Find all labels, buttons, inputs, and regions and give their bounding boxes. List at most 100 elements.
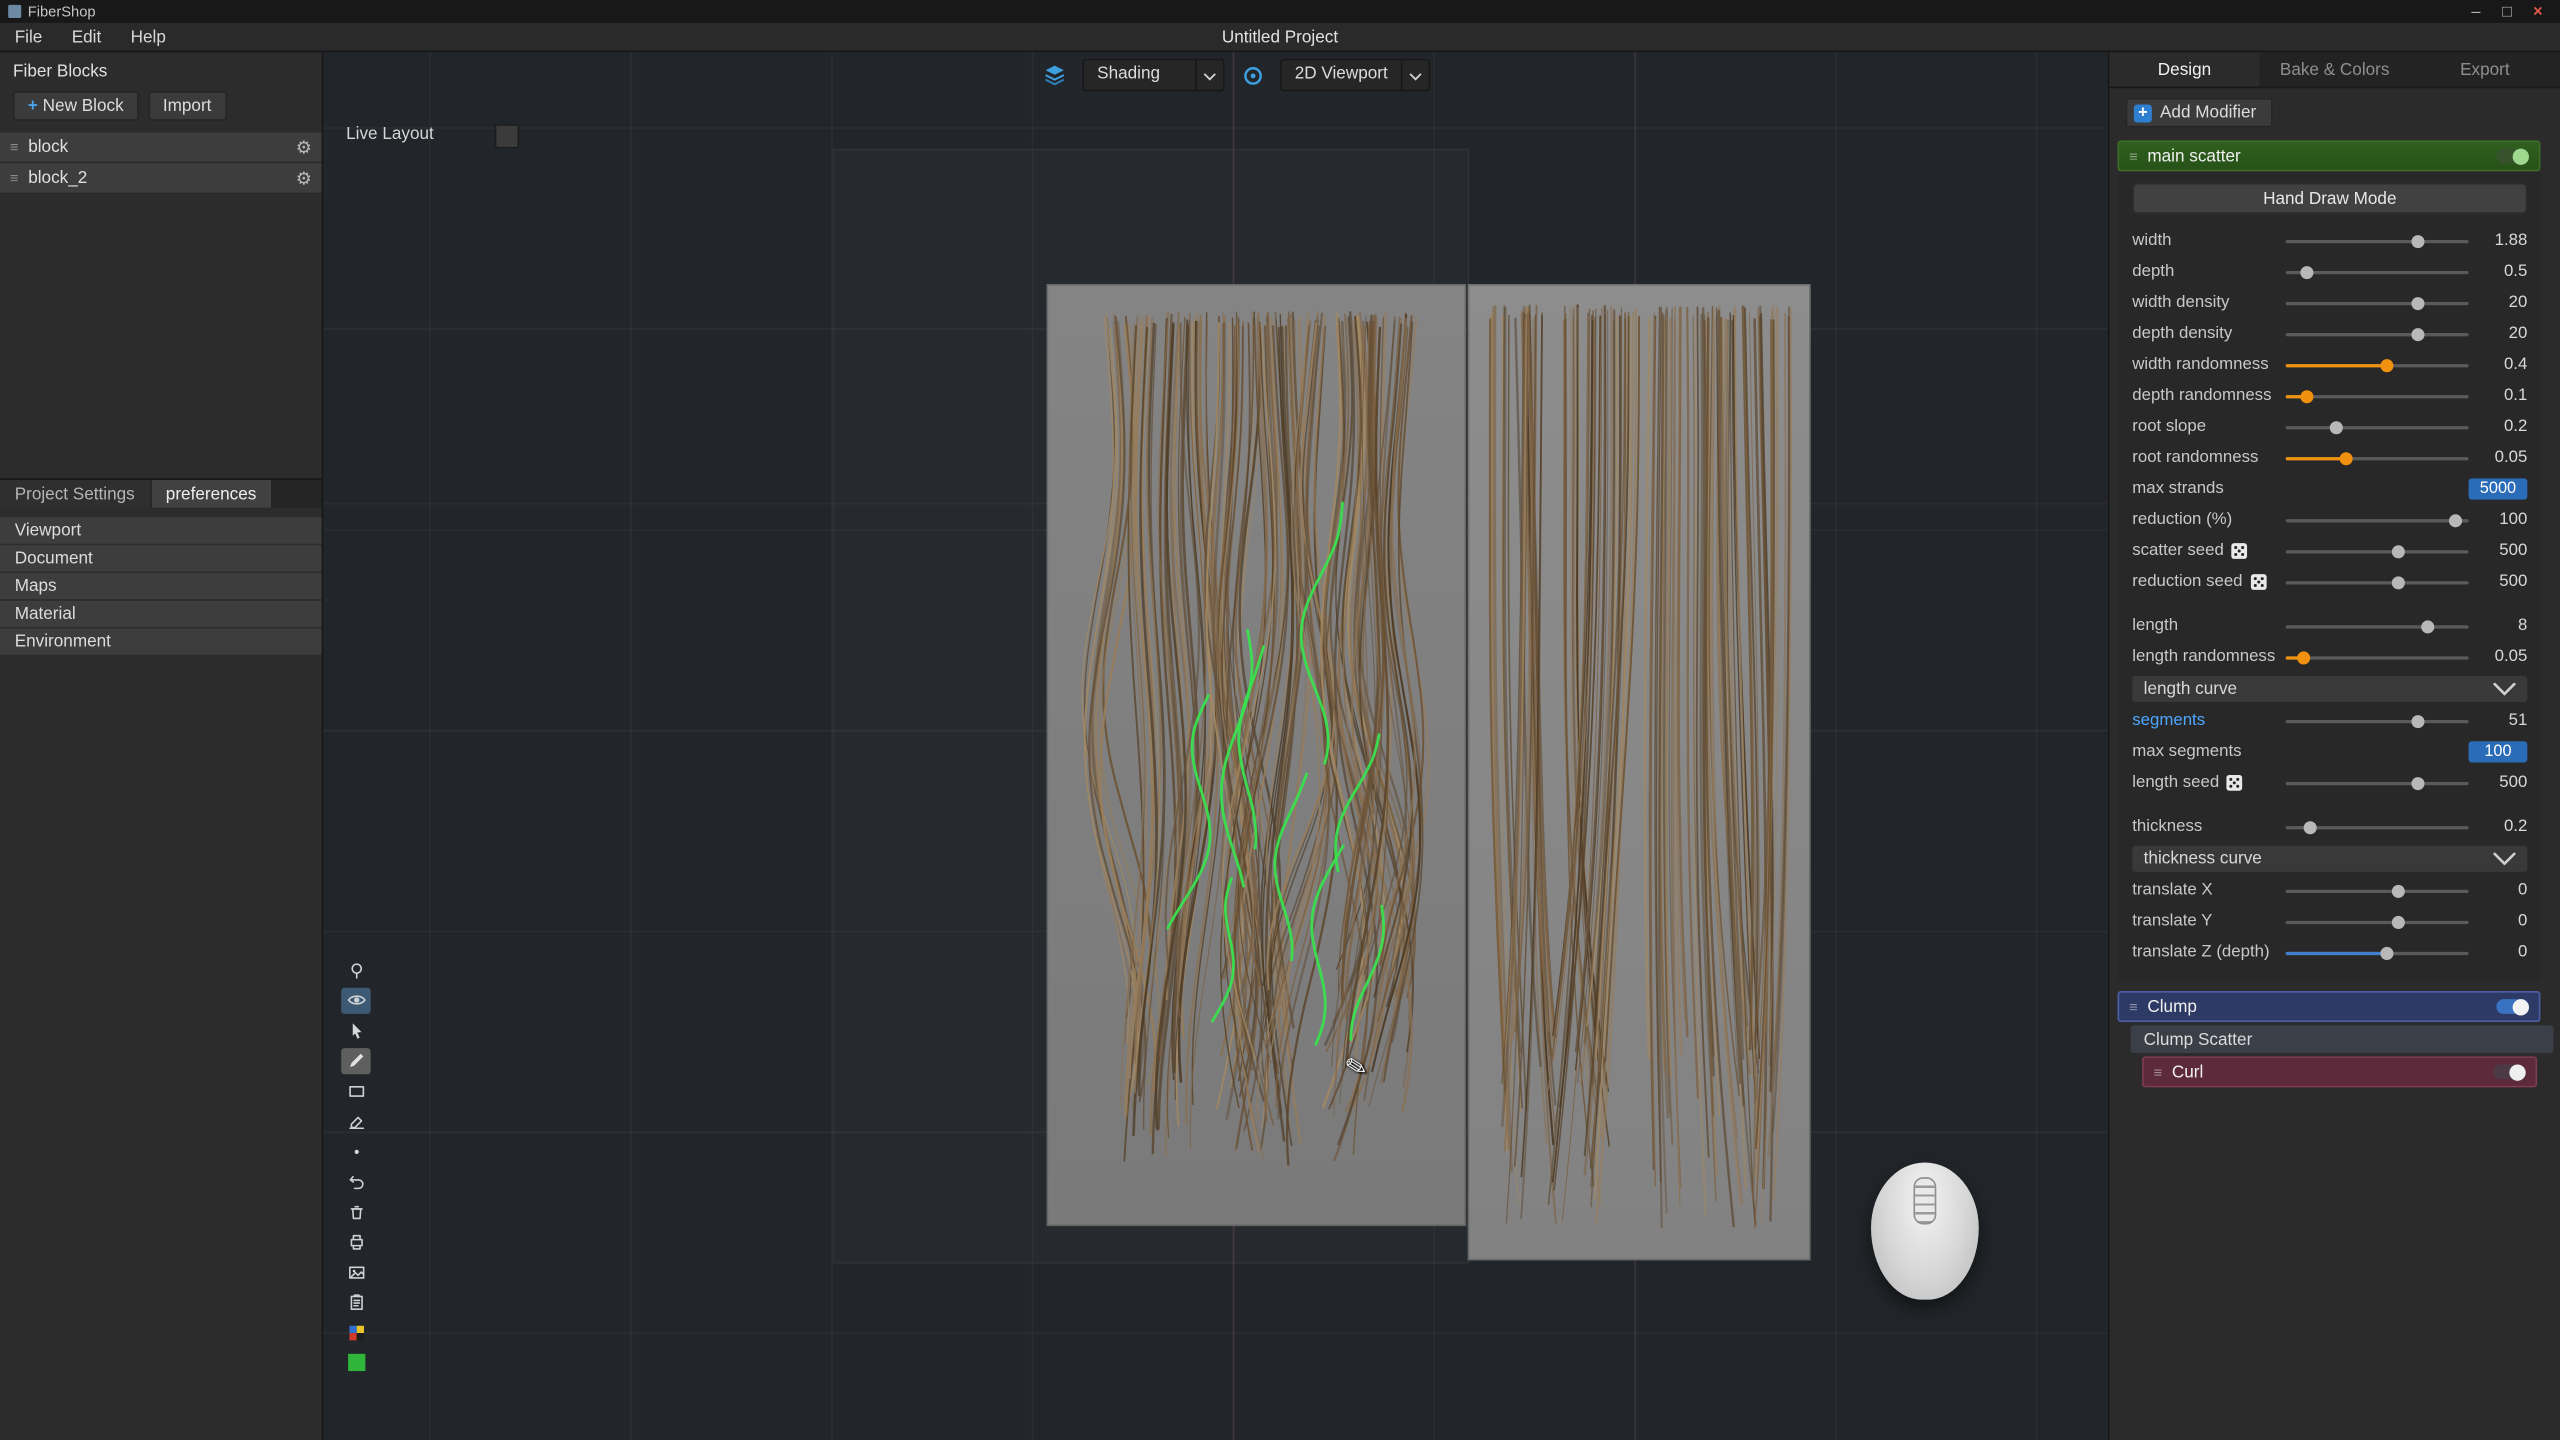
slider[interactable]	[2286, 225, 2469, 256]
slider-knob[interactable]	[2393, 884, 2406, 897]
param-value[interactable]: 0.05	[2462, 648, 2527, 666]
tool-swatch-multi[interactable]	[341, 1319, 370, 1345]
tool-pin[interactable]	[341, 957, 370, 983]
param-value[interactable]: 0.05	[2462, 449, 2527, 467]
slider[interactable]	[2286, 411, 2469, 442]
tool-undo[interactable]	[341, 1168, 370, 1194]
import-button[interactable]: Import	[148, 91, 226, 120]
live-layout-checkbox[interactable]	[495, 124, 519, 148]
new-block-button[interactable]: + New Block	[13, 91, 138, 120]
settings-item-viewport[interactable]: Viewport	[0, 518, 322, 544]
viewport-mode-select[interactable]: 2D Viewport	[1280, 59, 1430, 92]
slider-knob[interactable]	[2297, 651, 2310, 664]
param-value[interactable]: 8	[2462, 617, 2527, 635]
drag-handle-icon[interactable]: ≡	[2153, 1064, 2162, 1080]
slider-knob[interactable]	[2422, 620, 2435, 633]
settings-item-environment[interactable]: Environment	[0, 629, 322, 655]
slider-knob[interactable]	[2393, 576, 2406, 589]
add-modifier-button[interactable]: + Add Modifier	[2126, 98, 2273, 127]
dice-icon[interactable]	[2249, 573, 2267, 591]
modifier-toggle[interactable]	[2496, 149, 2529, 164]
length-curve-dropdown[interactable]: length curve	[2132, 676, 2527, 702]
menu-help[interactable]: Help	[116, 27, 181, 47]
slider-knob[interactable]	[2340, 451, 2353, 464]
settings-item-maps[interactable]: Maps	[0, 573, 322, 599]
slider-knob[interactable]	[2393, 915, 2406, 928]
block-row[interactable]: ≡block⚙	[0, 132, 322, 163]
param-value[interactable]: 0	[2462, 944, 2527, 962]
param-value[interactable]: 0.5	[2462, 263, 2527, 281]
slider-knob[interactable]	[2301, 265, 2314, 278]
chevron-down-icon[interactable]	[2493, 852, 2516, 865]
dice-icon[interactable]	[2230, 542, 2248, 560]
slider[interactable]	[2286, 642, 2469, 673]
param-value[interactable]: 100	[2462, 511, 2527, 529]
drag-handle-icon[interactable]: ≡	[2129, 148, 2138, 164]
slider[interactable]	[2286, 567, 2469, 598]
param-field[interactable]: 5000	[2469, 478, 2528, 499]
slider-knob[interactable]	[2411, 714, 2424, 727]
drag-handle-icon[interactable]: ≡	[10, 139, 19, 155]
tool-eraser[interactable]	[341, 1108, 370, 1134]
slider-knob[interactable]	[2393, 544, 2406, 557]
tool-trash[interactable]	[341, 1198, 370, 1224]
param-value[interactable]: 0.1	[2462, 387, 2527, 405]
drag-handle-icon[interactable]: ≡	[10, 170, 19, 186]
tool-clipboard[interactable]	[341, 1289, 370, 1315]
tool-image[interactable]	[341, 1259, 370, 1285]
param-value[interactable]: 0	[2462, 913, 2527, 931]
chevron-down-icon[interactable]	[1401, 60, 1429, 89]
param-value[interactable]: 500	[2462, 542, 2527, 560]
tool-printer[interactable]	[341, 1229, 370, 1255]
minimize-button[interactable]: –	[2462, 1, 2490, 22]
close-button[interactable]: ×	[2524, 1, 2552, 22]
slider[interactable]	[2286, 442, 2469, 473]
slider[interactable]	[2286, 906, 2469, 937]
layers-icon[interactable]	[1038, 60, 1071, 89]
slider[interactable]	[2286, 811, 2469, 842]
slider-knob[interactable]	[2411, 234, 2424, 247]
slider[interactable]	[2286, 767, 2469, 798]
tool-dot[interactable]	[341, 1138, 370, 1164]
slider[interactable]	[2286, 536, 2469, 567]
param-value[interactable]: 1.88	[2462, 232, 2527, 250]
settings-item-document[interactable]: Document	[0, 545, 322, 571]
param-value[interactable]: 20	[2462, 294, 2527, 312]
param-value[interactable]: 0	[2462, 882, 2527, 900]
fiber-canvas-right[interactable]	[1468, 284, 1811, 1260]
param-value[interactable]: 20	[2462, 325, 2527, 343]
slider-knob[interactable]	[2411, 327, 2424, 340]
slider[interactable]	[2286, 349, 2469, 380]
tool-pencil[interactable]	[341, 1047, 370, 1073]
slider-knob[interactable]	[2303, 820, 2316, 833]
maximize-button[interactable]: □	[2493, 1, 2521, 22]
tab-export[interactable]: Export	[2410, 52, 2560, 86]
tool-eye[interactable]	[341, 987, 370, 1013]
param-value[interactable]: 500	[2462, 774, 2527, 792]
param-field[interactable]: 100	[2469, 741, 2528, 762]
dice-icon[interactable]	[2226, 774, 2244, 792]
gear-icon[interactable]: ⚙	[296, 167, 312, 188]
drag-handle-icon[interactable]: ≡	[2129, 998, 2138, 1014]
tool-rect[interactable]	[341, 1078, 370, 1104]
gear-icon[interactable]: ⚙	[296, 136, 312, 157]
chevron-down-icon[interactable]	[1195, 60, 1223, 89]
hand-draw-mode-button[interactable]: Hand Draw Mode	[2132, 183, 2527, 214]
slider-knob[interactable]	[2411, 296, 2424, 309]
fiber-canvas-left[interactable]	[1047, 284, 1467, 1226]
slider[interactable]	[2286, 875, 2469, 906]
menu-edit[interactable]: Edit	[57, 27, 116, 47]
param-value[interactable]: 0.2	[2462, 818, 2527, 836]
modifier-header-main-scatter[interactable]: ≡ main scatter	[2118, 140, 2541, 171]
block-row[interactable]: ≡block_2⚙	[0, 163, 322, 194]
slider-knob[interactable]	[2380, 946, 2393, 959]
modifier-clump-scatter[interactable]: Clump Scatter	[2131, 1025, 2554, 1053]
slider[interactable]	[2286, 504, 2469, 535]
slider-knob[interactable]	[2411, 776, 2424, 789]
slider-knob[interactable]	[2449, 513, 2462, 526]
modifier-toggle[interactable]	[2493, 1064, 2526, 1079]
slider-knob[interactable]	[2330, 420, 2343, 433]
slider[interactable]	[2286, 256, 2469, 287]
slider[interactable]	[2286, 287, 2469, 318]
param-value[interactable]: 0.4	[2462, 356, 2527, 374]
